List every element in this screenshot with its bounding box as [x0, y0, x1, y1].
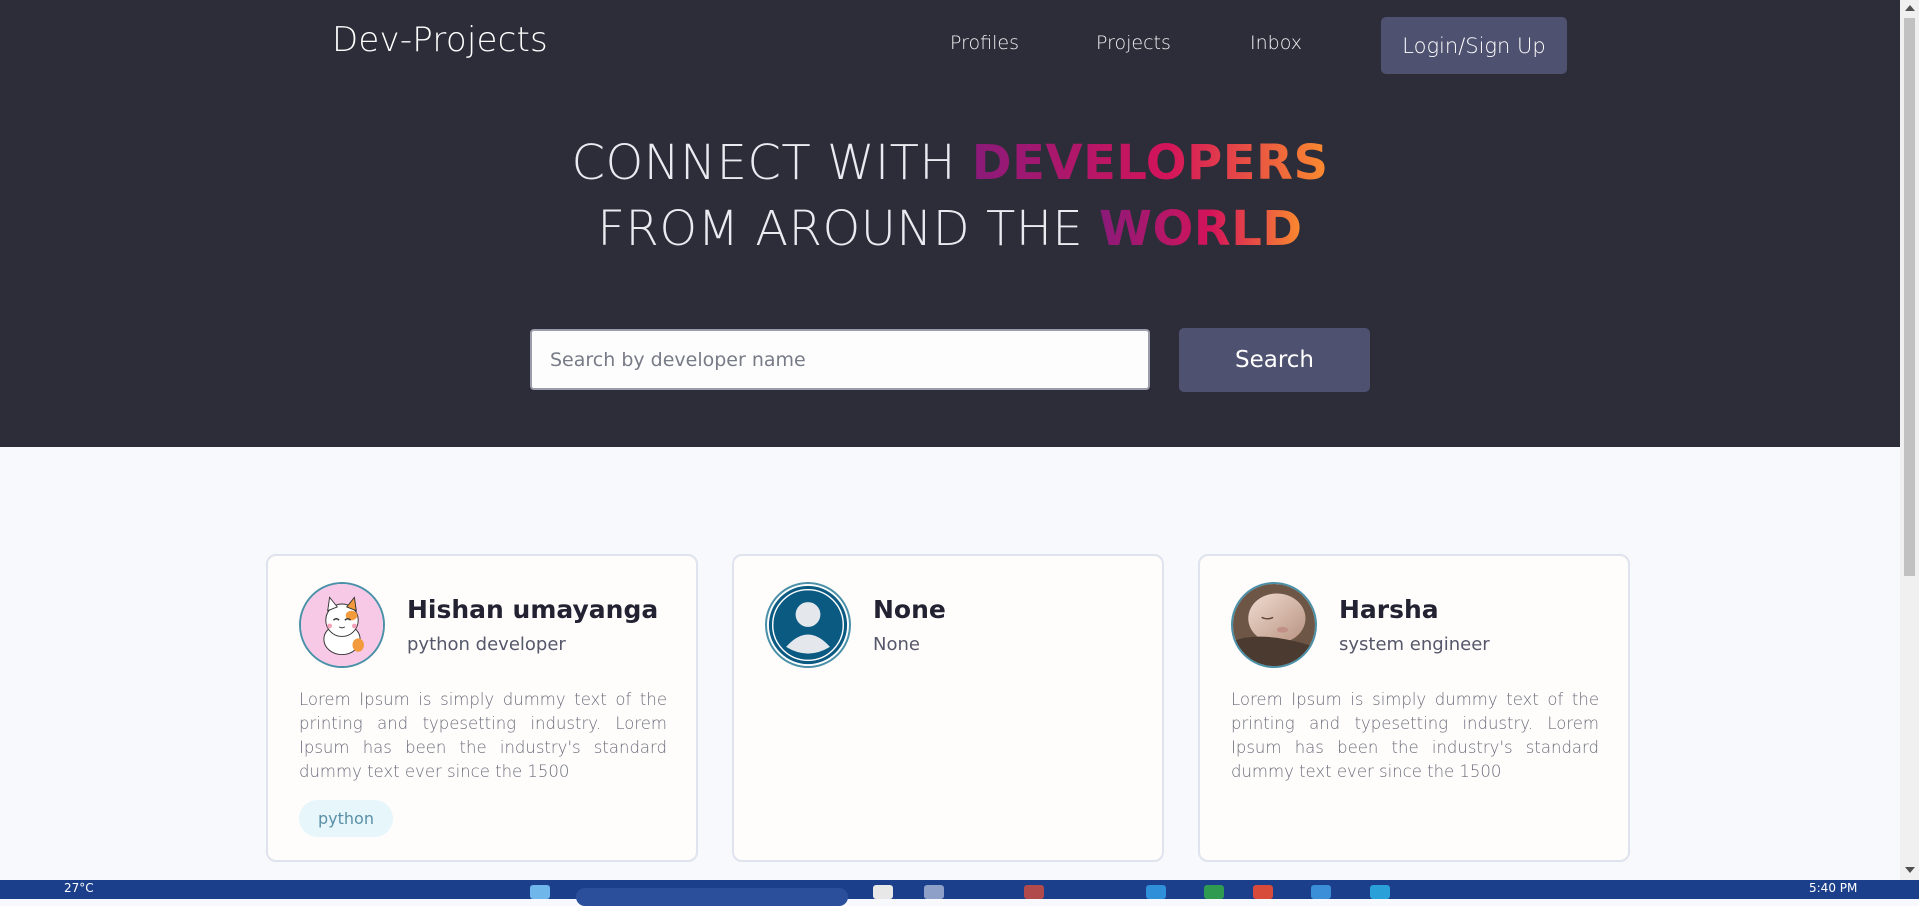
photo-avatar [1231, 582, 1317, 668]
weather-temperature[interactable]: 27°C [64, 881, 94, 895]
start-icon[interactable] [530, 885, 550, 899]
cat-avatar-icon [299, 582, 385, 668]
profile-name[interactable]: Harsha [1339, 595, 1439, 624]
hero-heading: CONNECT WITH DEVELOPERS FROM AROUND THE … [0, 130, 1900, 262]
hero-line-1-text: CONNECT WITH [571, 135, 972, 191]
taskbar-clock[interactable]: 5:40 PM [1809, 881, 1857, 895]
app-icon[interactable] [1253, 885, 1273, 899]
default-user-icon [765, 582, 851, 668]
task-view-icon[interactable] [873, 885, 893, 899]
nav-profiles[interactable]: Profiles [950, 32, 1019, 54]
profile-bio: Lorem Ipsum is simply dummy text of the … [1231, 690, 1599, 781]
hero-line-2: FROM AROUND THE WORLD [0, 196, 1900, 262]
profile-role: system engineer [1339, 634, 1490, 655]
search-input[interactable] [530, 329, 1150, 390]
os-taskbar: 27°C 5:40 PM [0, 880, 1919, 906]
taskbar-search[interactable] [576, 888, 848, 906]
profile-name[interactable]: None [873, 595, 946, 624]
app-icon[interactable] [1146, 885, 1166, 899]
profile-role: None [873, 634, 920, 655]
profile-card[interactable]: None None [732, 554, 1164, 862]
vertical-scrollbar[interactable] [1900, 0, 1919, 880]
profile-card[interactable]: Harsha system engineer Lorem Ipsum is si… [1198, 554, 1630, 862]
hero-highlight-developers: DEVELOPERS [971, 135, 1329, 191]
nav-inbox[interactable]: Inbox [1250, 32, 1302, 54]
app-icon[interactable] [1370, 885, 1390, 899]
scroll-up-icon[interactable] [1905, 5, 1915, 11]
skill-tag[interactable]: python [299, 800, 393, 837]
scroll-down-icon[interactable] [1905, 867, 1915, 873]
hero-line-1: CONNECT WITH DEVELOPERS [0, 130, 1900, 196]
profile-card[interactable]: Hishan umayanga python developer Lorem I… [266, 554, 698, 862]
page-header: Dev-Projects Profiles Projects Inbox Log… [0, 0, 1900, 447]
login-signup-button[interactable]: Login/Sign Up [1381, 17, 1567, 74]
scrollbar-thumb[interactable] [1904, 18, 1915, 576]
site-logo[interactable]: Dev-Projects [332, 20, 548, 60]
search-button[interactable]: Search [1179, 328, 1370, 392]
profile-name[interactable]: Hishan umayanga [407, 595, 658, 624]
profile-role: python developer [407, 634, 566, 655]
app-icon[interactable] [1204, 885, 1224, 899]
hero-line-2-text: FROM AROUND THE [597, 201, 1099, 257]
app-icon[interactable] [924, 885, 944, 899]
app-icon[interactable] [1024, 885, 1044, 899]
profile-bio: Lorem Ipsum is simply dummy text of the … [299, 690, 667, 781]
app-icon[interactable] [1311, 885, 1331, 899]
hero-highlight-world: WORLD [1099, 201, 1303, 257]
nav-projects[interactable]: Projects [1096, 32, 1171, 54]
